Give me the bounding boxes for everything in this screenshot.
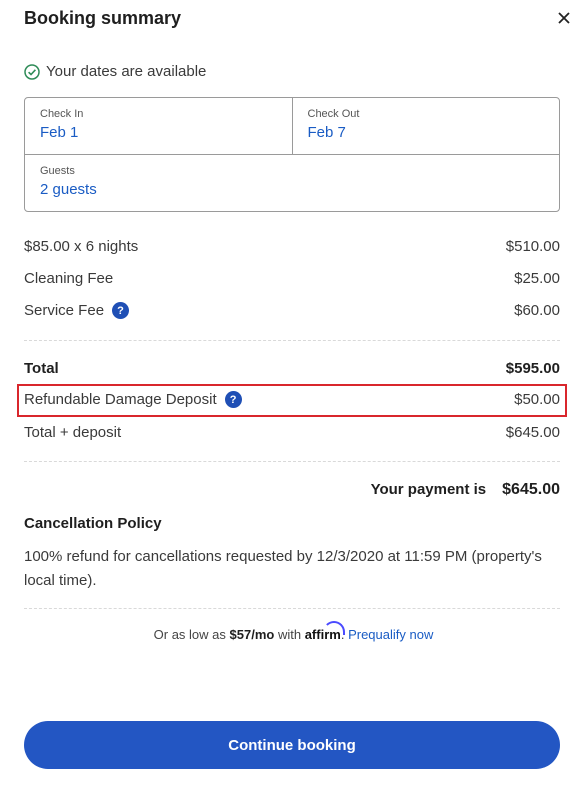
total-deposit-label: Total + deposit — [24, 424, 122, 441]
prequalify-link[interactable]: Prequalify now — [348, 627, 433, 642]
deposit-label: Refundable Damage Deposit — [24, 391, 217, 408]
payment-amount: $645.00 — [502, 481, 560, 498]
affirm-arc-icon — [322, 621, 345, 635]
total-deposit-amount: $645.00 — [505, 424, 560, 441]
service-fee-row: Service Fee ? $60.00 — [24, 302, 560, 319]
guests-value[interactable]: 2 guests — [40, 181, 544, 198]
affirm-amount: $57/mo — [229, 627, 275, 642]
availability-status: Your dates are available — [24, 63, 206, 80]
close-icon[interactable] — [558, 12, 570, 24]
check-circle-icon — [24, 63, 40, 80]
cleaning-fee-amount: $25.00 — [514, 270, 560, 287]
check-out-value[interactable]: Feb 7 — [308, 124, 545, 141]
nightly-label: $85.00 x 6 nights — [24, 238, 139, 255]
affirm-with: with — [277, 627, 302, 642]
check-out-field[interactable]: Check Out Feb 7 — [291, 98, 560, 154]
service-fee-help-icon[interactable]: ? — [112, 302, 130, 319]
continue-booking-button[interactable]: Continue booking — [24, 721, 560, 769]
divider — [24, 340, 560, 341]
guests-field[interactable]: Guests 2 guests — [25, 155, 559, 212]
divider — [24, 461, 560, 462]
affirm-prefix: Or as low as — [153, 627, 226, 642]
cleaning-fee-label: Cleaning Fee — [24, 270, 114, 287]
close-button[interactable] — [554, 8, 574, 28]
dates-guests-box: Check In Feb 1 Check Out Feb 7 Guests 2 … — [24, 97, 560, 212]
total-deposit-row: Total + deposit $645.00 — [24, 424, 560, 441]
cancellation-policy-text: 100% refund for cancellations requested … — [24, 548, 542, 589]
deposit-help-icon[interactable]: ? — [224, 391, 242, 408]
cleaning-fee-row: Cleaning Fee $25.00 — [24, 270, 560, 287]
deposit-amount: $50.00 — [514, 391, 560, 408]
availability-text: Your dates are available — [46, 63, 207, 80]
deposit-row: Refundable Damage Deposit ? $50.00 — [24, 391, 560, 408]
check-in-label: Check In — [40, 108, 84, 120]
guests-label: Guests — [40, 165, 75, 177]
payment-label: Your payment is — [370, 481, 487, 498]
affirm-logo: affirm — [305, 621, 345, 642]
check-out-label: Check Out — [307, 108, 360, 120]
nightly-row: $85.00 x 6 nights $510.00 — [24, 238, 560, 255]
page-title: Booking summary — [24, 8, 182, 28]
check-in-field[interactable]: Check In Feb 1 — [25, 98, 292, 154]
payment-summary: Your payment is $645.00 — [371, 481, 560, 499]
affirm-financing: Or as low as $57/mo with affirm. Prequal… — [0, 621, 587, 642]
dates-row: Check In Feb 1 Check Out Feb 7 — [25, 98, 559, 155]
check-in-value[interactable]: Feb 1 — [40, 124, 277, 141]
service-fee-label-group: Service Fee ? — [24, 302, 130, 319]
total-amount: $595.00 — [505, 360, 560, 377]
total-label: Total — [24, 360, 59, 377]
cancellation-policy-title: Cancellation Policy — [24, 515, 162, 532]
deposit-label-group: Refundable Damage Deposit ? — [24, 391, 242, 408]
nightly-amount: $510.00 — [505, 238, 560, 255]
service-fee-label: Service Fee — [24, 302, 105, 319]
divider — [24, 608, 560, 609]
service-fee-amount: $60.00 — [514, 302, 560, 319]
total-row: Total $595.00 — [24, 360, 560, 377]
